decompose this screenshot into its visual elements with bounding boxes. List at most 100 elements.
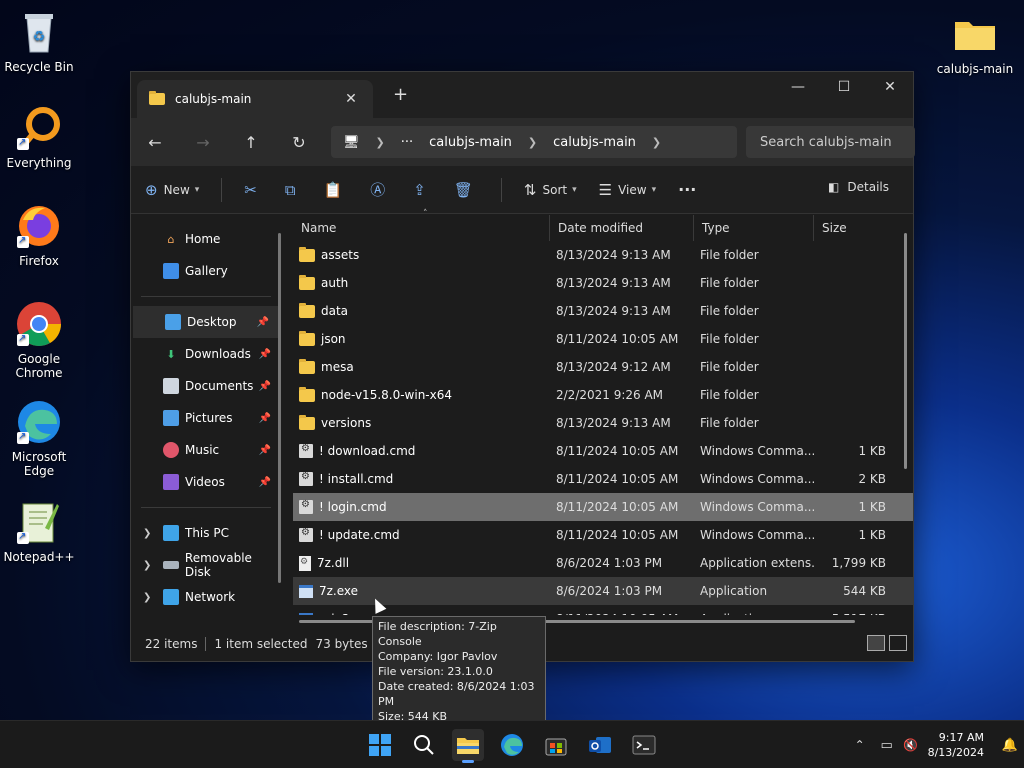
vertical-scrollbar[interactable] [904,233,907,469]
column-header-size[interactable]: Size [814,215,886,241]
file-row[interactable]: node-v15.8.0-win-x64 2/2/2021 9:26 AM File… [293,381,913,409]
desktop-icon-edge[interactable]: Microsoft Edge [0,398,78,478]
sidebar-item-removable-disk[interactable]: ❯ Removable Disk [131,549,281,581]
view-button[interactable]: ☰ View ▾ [599,181,656,199]
start-button[interactable] [364,729,396,761]
sidebar-item-this-pc[interactable]: ❯ This PC [131,517,281,549]
maximize-button[interactable]: ☐ [821,72,867,102]
pin-icon[interactable]: 📌 [259,349,271,360]
sidebar-item-gallery[interactable]: Gallery [131,255,281,287]
column-header-name[interactable]: Name ˄ [293,209,550,241]
show-hidden-icons-chevron-icon[interactable]: ⌃ [846,738,874,752]
desktop-icon-recycle-bin[interactable]: ♻ Recycle Bin [0,8,78,74]
file-row[interactable]: json 8/11/2024 10:05 AM File folder [293,325,913,353]
close-window-button[interactable]: ✕ [867,72,913,102]
file-row[interactable]: 7z.exe 8/6/2024 1:03 PM Application 544 KB [293,577,913,605]
sort-button[interactable]: ⇅ Sort ▾ [524,181,577,199]
breadcrumb-segment[interactable]: calubjs-main [429,135,512,150]
taskbar-store[interactable] [540,729,572,761]
search-button[interactable] [408,729,440,761]
taskbar-terminal[interactable] [628,729,660,761]
copy-button[interactable]: ⧉ [285,181,302,199]
file-row[interactable]: data 8/13/2024 9:13 AM File folder [293,297,913,325]
new-button[interactable]: ⊕ New ▾ [145,181,199,199]
file-size: 544 KB [843,584,886,598]
sidebar-item-downloads[interactable]: ⬇ Downloads 📌 [131,338,281,370]
tiles-view-button[interactable] [889,635,907,651]
chevron-right-icon[interactable]: ❯ [143,592,151,603]
new-tab-button[interactable]: + [393,84,408,105]
file-date: 8/13/2024 9:13 AM [556,304,671,318]
clock[interactable]: 9:17 AM 8/13/2024 [928,730,984,760]
details-view-button[interactable] [867,635,885,651]
file-row[interactable]: ! download.cmd 8/11/2024 10:05 AM Windows … [293,437,913,465]
paste-button[interactable]: 📋 [324,181,349,199]
chevron-right-icon[interactable]: ❯ [143,528,151,539]
notification-bell-icon[interactable]: 🔔 [996,738,1024,753]
column-header-date[interactable]: Date modified [550,214,694,241]
taskbar-edge[interactable] [496,729,528,761]
close-tab-icon[interactable]: ✕ [341,91,361,107]
rename-button[interactable]: Ⓐ [370,179,391,200]
share-button[interactable]: ⇪ [413,181,432,199]
file-name-cell: 7z.exe [293,584,550,598]
shortcut-arrow-icon [17,430,29,444]
file-size: 5,517 KB [814,612,886,615]
sidebar-item-pictures[interactable]: Pictures 📌 [131,402,281,434]
folder-icon [299,302,315,318]
sidebar-item-desktop[interactable]: Desktop 📌 [133,306,279,338]
sidebar-item-documents[interactable]: Documents 📌 [131,370,281,402]
file-row[interactable]: 7z.dll 8/6/2024 1:03 PM Application extens… [293,549,913,577]
network-status-icon[interactable]: ▭ [874,738,900,753]
folder-icon [149,91,165,105]
file-row[interactable]: ! update.cmd 8/11/2024 10:05 AM Windows Co… [293,521,913,549]
file-row[interactable]: mesa 8/13/2024 9:12 AM File folder [293,353,913,381]
desktop-icon-chrome[interactable]: Google Chrome [0,300,78,380]
taskbar-file-explorer[interactable] [452,729,484,763]
sidebar-item-music[interactable]: Music 📌 [131,434,281,466]
pin-icon[interactable]: 📌 [259,381,271,392]
file-name: 7z.dll [317,556,350,570]
sidebar-item-label: Documents [185,379,254,393]
desktop-icon-everything[interactable]: Everything [0,104,78,170]
desktop-icon-firefox[interactable]: Firefox [0,202,78,268]
refresh-button[interactable]: ↻ [275,133,323,152]
minimize-button[interactable]: — [775,72,821,102]
sidebar-item-home[interactable]: ⌂ Home [131,223,281,255]
pin-icon[interactable]: 📌 [259,445,271,456]
chevron-right-icon[interactable]: ❯ [143,560,151,571]
tooltip-line: File version: 23.1.0.0 [378,665,493,678]
tab-calubjs-main[interactable]: calubjs-main ✕ [137,80,373,118]
file-type: Windows Comma... [700,528,814,542]
desktop-icon-notepadpp[interactable]: Notepad++ [0,498,78,564]
file-row[interactable]: aria2c.exe 8/11/2024 10:05 AMApplication5… [293,605,913,615]
file-row[interactable]: ! login.cmd 8/11/2024 10:05 AM Windows Com… [293,493,913,521]
desktop-icon-calubjs-main[interactable]: calubjs-main [936,10,1014,76]
up-button[interactable]: ↑ [227,133,275,152]
file-row[interactable]: auth 8/13/2024 9:13 AM File folder [293,269,913,297]
file-row[interactable]: versions 8/13/2024 9:13 AM File folder [293,409,913,437]
delete-button[interactable]: 🗑 [454,181,479,199]
sidebar-item-network[interactable]: ❯ Network [131,581,281,613]
file-row[interactable]: ! install.cmd 8/11/2024 10:05 AM Windows C… [293,465,913,493]
rename-icon: Ⓐ [370,181,386,199]
folder-icon [299,358,315,374]
forward-button[interactable]: → [179,133,227,152]
volume-muted-icon[interactable]: 🔇 [900,738,922,752]
file-row[interactable]: assets 8/13/2024 9:13 AM File folder [293,241,913,269]
sidebar-item-videos[interactable]: Videos 📌 [131,466,281,498]
pin-icon[interactable]: 📌 [257,317,269,328]
address-more-button[interactable]: ··· [401,135,413,150]
taskbar-outlook[interactable] [584,729,616,761]
shortcut-arrow-icon [17,332,29,346]
column-header-type[interactable]: Type [694,214,814,241]
pin-icon[interactable]: 📌 [259,413,271,424]
address-bar[interactable]: 🖥 ❯ ··· calubjs-main ❯ calubjs-main ❯ [331,126,737,158]
details-pane-button[interactable]: ◧ Details [828,180,889,194]
search-input[interactable]: Search calubjs-main [746,126,915,158]
pin-icon[interactable]: 📌 [259,477,271,488]
breadcrumb-segment[interactable]: calubjs-main [553,135,636,150]
cut-button[interactable]: ✂ [244,181,263,199]
more-options-button[interactable]: ··· [678,180,696,199]
back-button[interactable]: ← [131,133,179,152]
